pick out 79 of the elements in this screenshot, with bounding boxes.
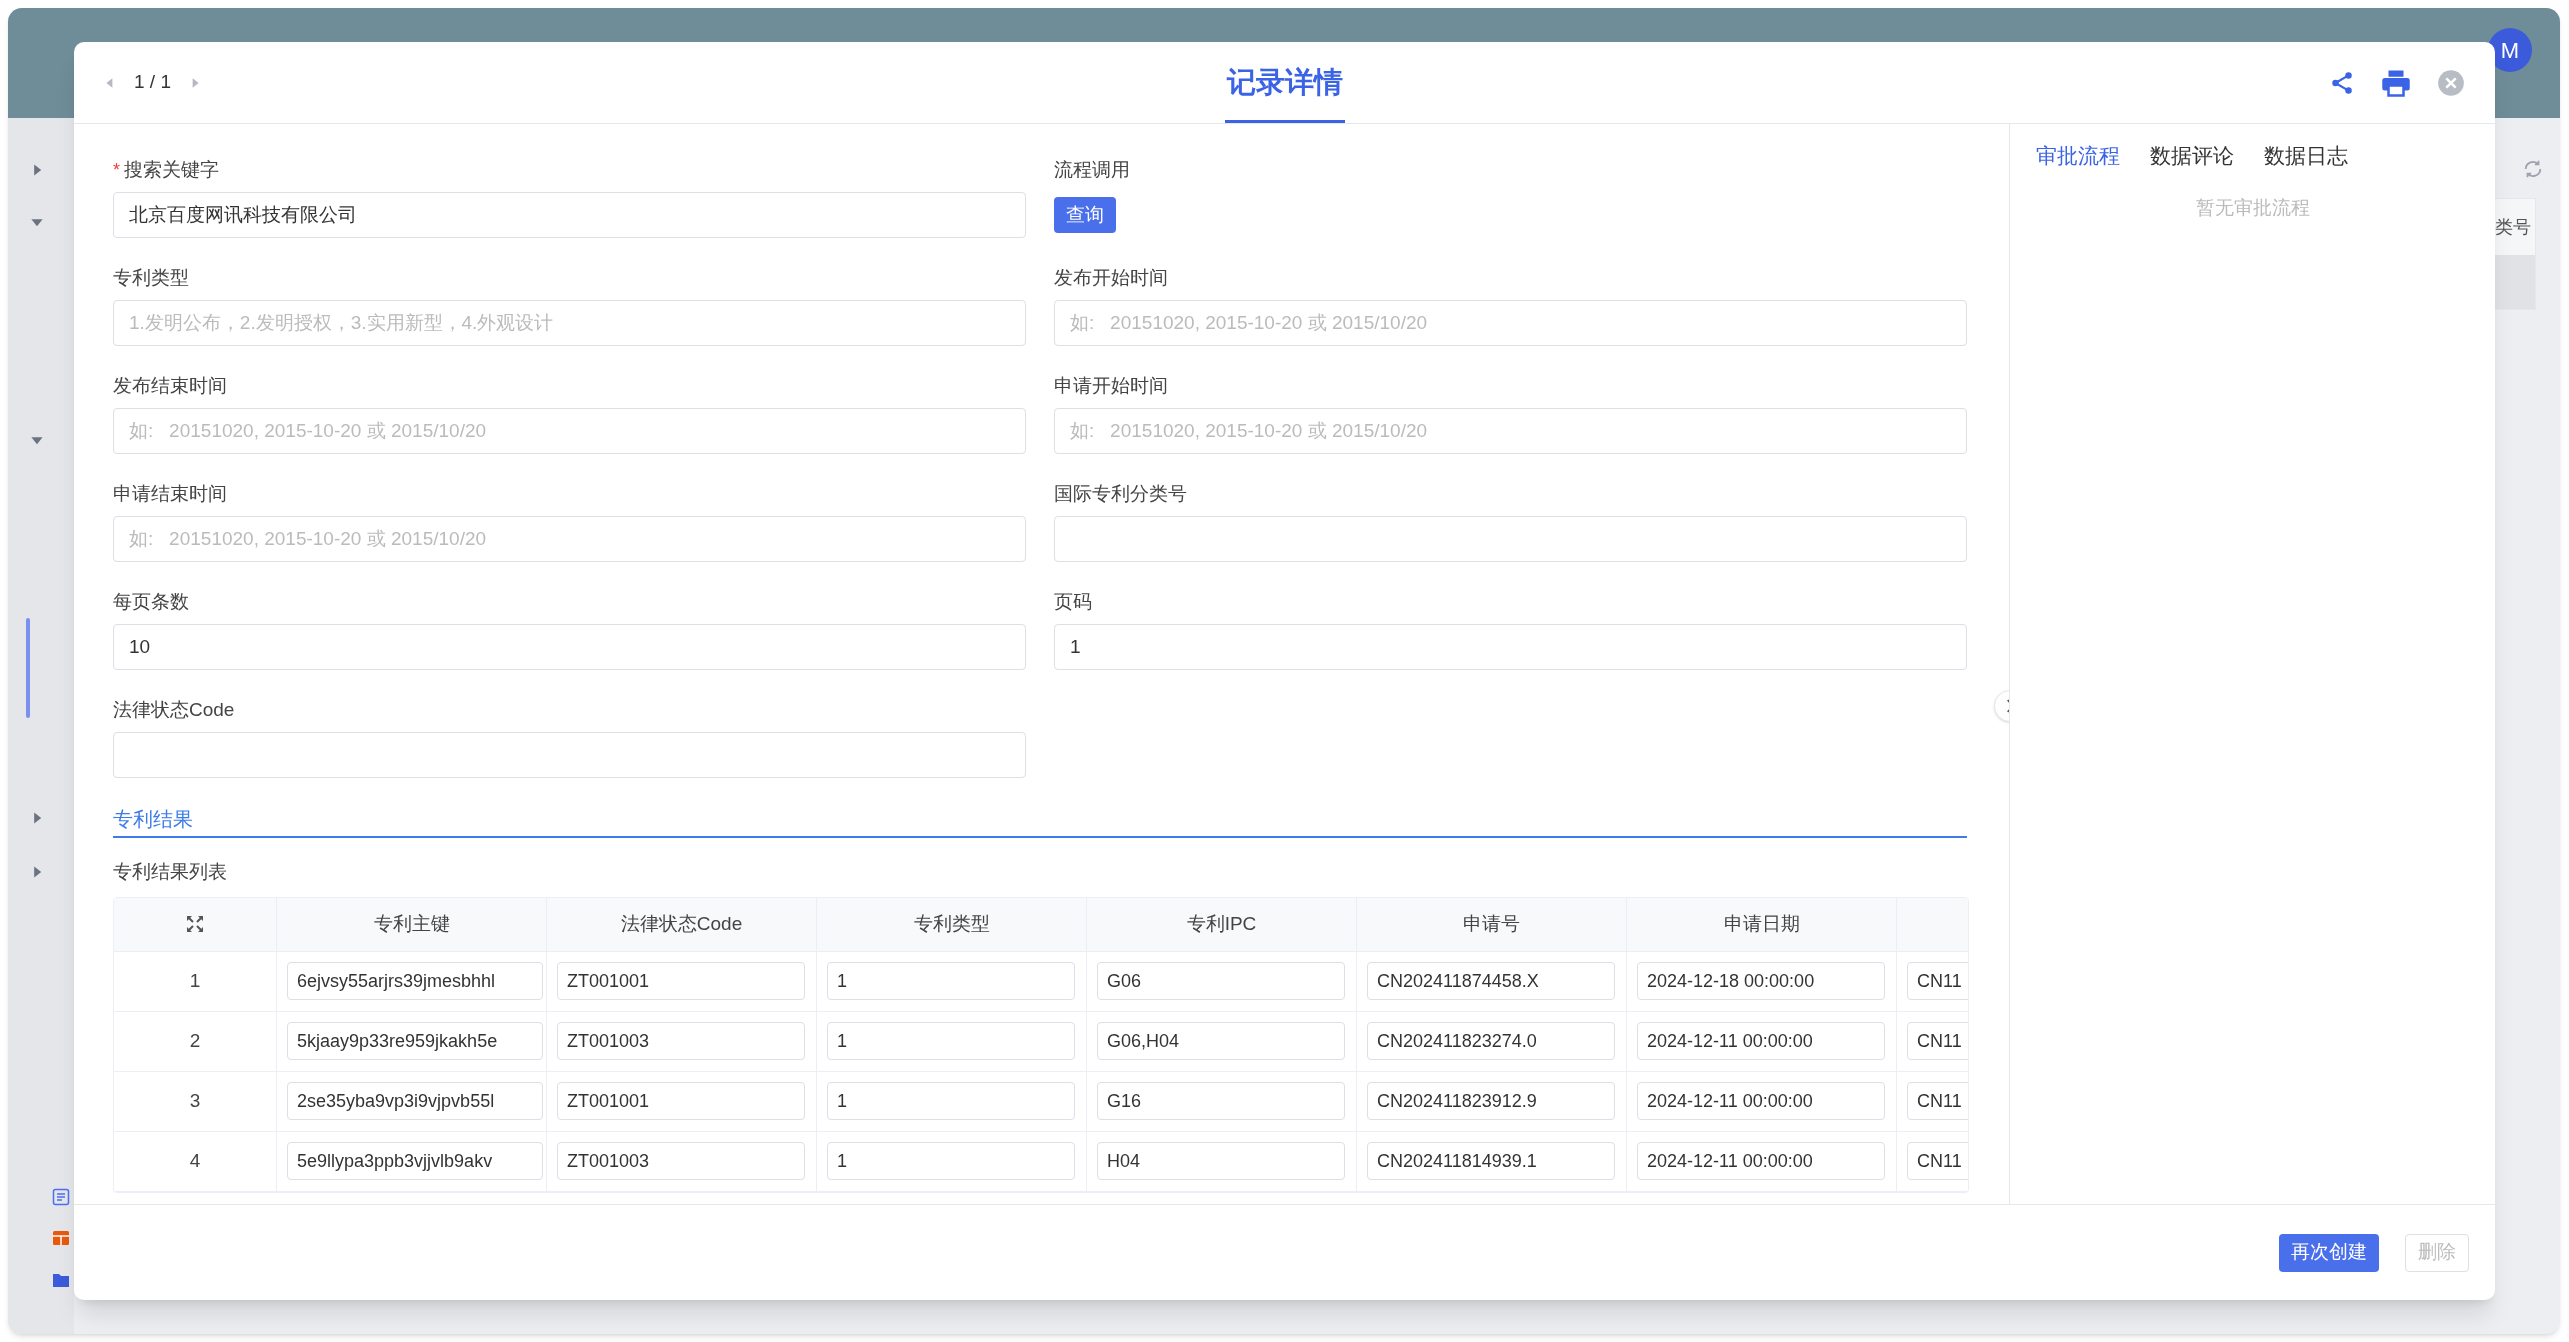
field-label: 流程调用 [1054, 157, 1130, 182]
cell-field[interactable]: 6ejvsy55arjrs39jmesbhhl [287, 962, 543, 1000]
field-label: 法律状态Code [113, 697, 235, 722]
cell-field[interactable]: ZT001003 [557, 1142, 805, 1180]
column-header: 法律状态Code [620, 911, 743, 936]
field-label: 专利类型 [113, 265, 189, 290]
field-label: 发布结束时间 [113, 373, 227, 398]
refresh-icon[interactable] [2522, 158, 2544, 180]
text-field[interactable]: 如: 20151020, 2015-10-20 或 2015/10/20 [1054, 408, 1967, 454]
cell-field[interactable]: 1 [827, 962, 1075, 1000]
cell-field[interactable]: 2024-12-11 00:00:00 [1637, 1022, 1885, 1060]
field-label: 页码 [1054, 589, 1092, 614]
cell-field[interactable]: 5e9llypa3ppb3vjjvlb9akv [287, 1142, 543, 1180]
text-field[interactable]: 如: 20151020, 2015-10-20 或 2015/10/20 [1054, 300, 1967, 346]
cell-field[interactable]: CN11 [1907, 1082, 1968, 1120]
form-icon[interactable] [52, 1188, 70, 1206]
cell-field[interactable]: G16 [1097, 1082, 1345, 1120]
cell-field[interactable]: CN11 [1907, 962, 1968, 1000]
record-pager: 1 / 1 [134, 70, 171, 95]
recreate-button[interactable]: 再次创建 [2279, 1233, 2379, 1272]
cell-field[interactable]: 1 [827, 1022, 1075, 1060]
cell-field[interactable]: CN11 [1907, 1142, 1968, 1180]
field-label: 发布开始时间 [1054, 265, 1168, 290]
text-field[interactable]: 如: 20151020, 2015-10-20 或 2015/10/20 [113, 408, 1026, 454]
text-field[interactable]: 北京百度网讯科技有限公司 [113, 192, 1026, 238]
column-header: 专利类型 [913, 911, 990, 936]
cell-field[interactable]: CN202411814939.1 [1367, 1142, 1615, 1180]
avatar[interactable]: M [2488, 28, 2532, 72]
panel-tab[interactable]: 数据日志 [2264, 140, 2348, 172]
column-header: 类号 [2494, 215, 2532, 239]
text-field[interactable] [1054, 516, 1967, 562]
row-number: 1 [189, 968, 201, 993]
table-icon[interactable] [52, 1230, 70, 1246]
cell-field[interactable]: ZT001001 [557, 962, 805, 1000]
cell-field[interactable]: 1 [827, 1082, 1075, 1120]
query-button[interactable]: 查询 [1054, 197, 1116, 233]
share-icon[interactable] [2329, 69, 2355, 96]
table-title: 专利结果列表 [113, 861, 227, 882]
empty-message: 暂无审批流程 [2195, 195, 2310, 220]
row-number: 2 [189, 1028, 201, 1053]
required-mark: * [113, 158, 120, 182]
folder-icon[interactable] [52, 1272, 70, 1288]
section-title[interactable]: 专利结果 [113, 808, 193, 830]
panel-tab[interactable]: 审批流程 [2036, 140, 2120, 172]
dialog-title[interactable]: 记录详情 [1224, 42, 1345, 123]
cell-field[interactable]: 2024-12-11 00:00:00 [1637, 1142, 1885, 1180]
text-field[interactable]: 如: 20151020, 2015-10-20 或 2015/10/20 [113, 516, 1026, 562]
column-header: 申请日期 [1723, 911, 1800, 936]
row-number: 3 [189, 1088, 201, 1113]
column-header: 申请号 [1463, 911, 1520, 936]
text-field[interactable] [113, 732, 1026, 778]
expand-icon[interactable] [186, 915, 204, 933]
text-field[interactable]: 1 [1054, 624, 1967, 670]
cell-field[interactable]: 2024-12-18 00:00:00 [1637, 962, 1885, 1000]
column-header: 专利主键 [373, 911, 450, 936]
column-header: 专利IPC [1186, 911, 1257, 936]
text-field[interactable]: 10 [113, 624, 1026, 670]
cell-field[interactable]: H04 [1097, 1142, 1345, 1180]
cell-field[interactable]: 2se35yba9vp3i9vjpvb55l [287, 1082, 543, 1120]
text-field[interactable]: 1.发明公布，2.发明授权，3.实用新型，4.外观设计 [113, 300, 1026, 346]
cell-field[interactable]: G06,H04 [1097, 1022, 1345, 1060]
field-label: 申请结束时间 [113, 481, 227, 506]
row-number: 4 [189, 1148, 201, 1173]
field-label: 国际专利分类号 [1054, 481, 1187, 506]
field-label: 每页条数 [113, 589, 189, 614]
panel-tab[interactable]: 数据评论 [2150, 140, 2234, 172]
cell-field[interactable]: CN202411874458.X [1367, 962, 1615, 1000]
cell-field[interactable]: G06 [1097, 962, 1345, 1000]
field-label: 申请开始时间 [1054, 373, 1168, 398]
cell-field[interactable]: CN202411823274.0 [1367, 1022, 1615, 1060]
cell-field[interactable]: ZT001001 [557, 1082, 805, 1120]
cell-field[interactable]: CN11 [1907, 1022, 1968, 1060]
cell-field[interactable]: CN202411823912.9 [1367, 1082, 1615, 1120]
cell-field[interactable]: 5kjaay9p33re959jkakh5e [287, 1022, 543, 1060]
cell-field[interactable]: ZT001003 [557, 1022, 805, 1060]
cell-field[interactable]: 2024-12-11 00:00:00 [1637, 1082, 1885, 1120]
cell-field[interactable]: 1 [827, 1142, 1075, 1180]
print-icon[interactable] [2381, 68, 2411, 97]
field-label: 搜索关键字 [124, 157, 219, 182]
